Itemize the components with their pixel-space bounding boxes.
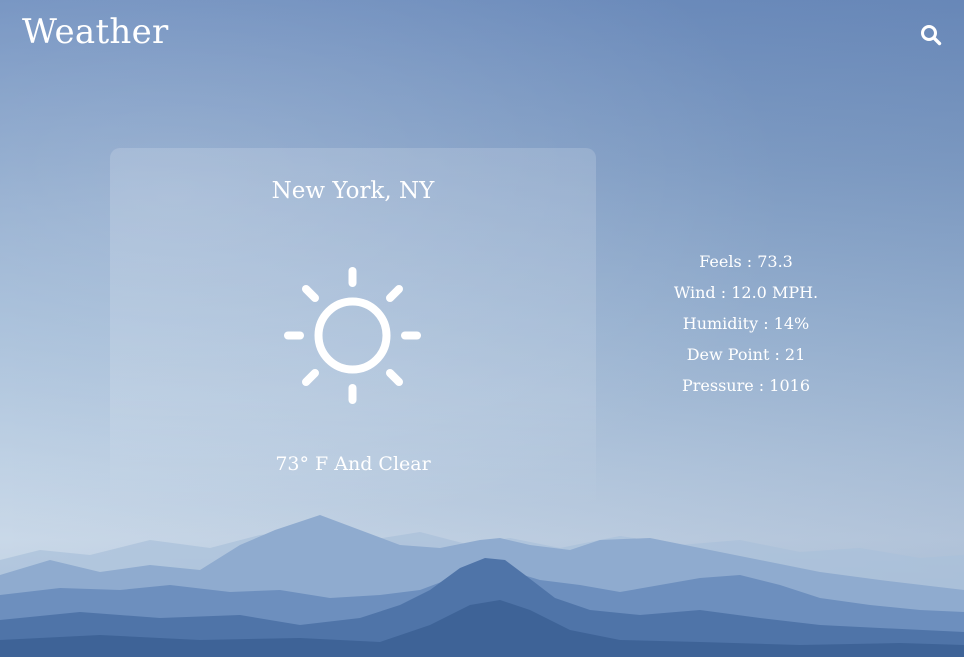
detail-dew-point: Dew Point : 21 [686,345,806,364]
condition-text: 73° F And Clear [275,453,431,475]
detail-pressure: Pressure : 1016 [681,376,810,395]
app-title: Weather [22,12,169,52]
search-button[interactable] [920,24,942,46]
detail-feels: Feels : 73.3 [699,252,793,271]
detail-humidity: Humidity : 14% [682,314,810,333]
current-weather-card: New York, NY 73° F And Clear [110,148,596,508]
location-name: New York, NY [271,178,435,204]
search-icon [921,25,942,46]
weather-details: Feels : 73.3 Wind : 12.0 MPH. Humidity :… [646,246,846,401]
sun-icon [284,267,421,404]
detail-wind: Wind : 12.0 MPH. [673,283,819,302]
